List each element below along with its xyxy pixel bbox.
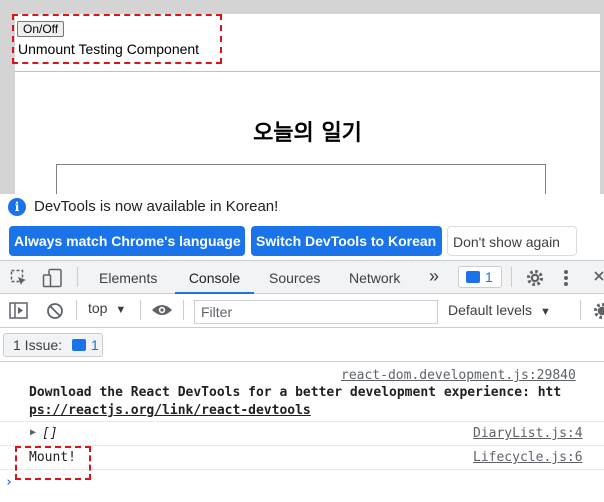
dont-show-again-button[interactable]: Don't show again <box>447 226 577 256</box>
device-toolbar-icon[interactable] <box>42 268 64 288</box>
always-match-language-button[interactable]: Always match Chrome's language <box>9 226 245 256</box>
issues-summary-count: 1 <box>91 337 99 353</box>
execution-context-select[interactable]: top ▼ <box>88 300 126 316</box>
context-value: top <box>88 300 108 316</box>
console-settings-gear-icon[interactable] <box>592 302 604 320</box>
highlight-box <box>15 446 91 480</box>
settings-gear-icon[interactable] <box>525 268 545 288</box>
info-icon: i <box>8 198 26 216</box>
devtools-tab-bar: Elements Console Sources Network » 1 <box>0 260 604 294</box>
chevron-down-icon: ▼ <box>115 304 127 316</box>
more-options-icon[interactable] <box>563 268 569 288</box>
live-expression-eye-icon[interactable] <box>151 303 173 317</box>
info-message: DevTools is now available in Korean! <box>34 198 279 215</box>
more-tabs-icon[interactable]: » <box>429 261 439 293</box>
source-link[interactable]: Lifecycle.js:6 <box>473 450 583 465</box>
console-filter-input[interactable] <box>194 300 438 324</box>
toolbar-separator <box>77 267 78 287</box>
issue-message-icon <box>72 339 86 351</box>
console-toolbar: top ▼ Default levels ▼ <box>0 294 604 328</box>
console-message: ▶ [] DiaryList.js:4 <box>0 422 604 446</box>
source-link[interactable]: react-dom.development.js:29840 <box>341 368 576 383</box>
source-link[interactable]: DiaryList.js:4 <box>473 426 583 441</box>
show-sidebar-icon[interactable] <box>9 302 29 320</box>
message-text: Download the React DevTools for a better… <box>29 385 562 400</box>
toolbar-separator <box>183 300 184 320</box>
tab-sources[interactable]: Sources <box>269 261 320 293</box>
tab-network[interactable]: Network <box>349 261 400 293</box>
page-divider <box>15 71 600 72</box>
issues-count: 1 <box>485 269 493 285</box>
tab-elements[interactable]: Elements <box>99 261 157 293</box>
console-prompt-icon[interactable]: › <box>5 475 13 490</box>
chevron-down-icon: ▼ <box>539 306 551 318</box>
diary-title: 오늘의 일기 <box>253 121 362 146</box>
console-messages: react-dom.development.js:29840 Download … <box>0 362 604 502</box>
tab-console[interactable]: Console <box>175 261 254 294</box>
console-message: react-dom.development.js:29840 Download … <box>0 362 604 422</box>
toolbar-separator <box>580 300 581 320</box>
toolbar-separator <box>76 300 77 320</box>
inspect-element-icon[interactable] <box>10 269 28 287</box>
levels-value: Default levels <box>448 302 533 318</box>
issues-summary-label: 1 Issue: <box>13 337 63 353</box>
language-info-bar: i DevTools is now available in Korean! A… <box>0 194 604 260</box>
message-link[interactable]: ps://reactjs.org/link/react-devtools <box>29 403 311 418</box>
issues-counter-badge[interactable]: 1 <box>458 266 502 288</box>
close-icon[interactable] <box>594 271 604 285</box>
issue-message-icon <box>466 271 480 283</box>
highlight-box <box>12 14 222 64</box>
diary-editor-box[interactable] <box>56 164 546 194</box>
switch-to-korean-button[interactable]: Switch DevTools to Korean <box>251 226 442 256</box>
message-value[interactable]: [] <box>42 426 58 441</box>
expand-arrow-icon[interactable]: ▶ <box>30 427 36 438</box>
toolbar-separator <box>140 300 141 320</box>
log-levels-select[interactable]: Default levels ▼ <box>448 302 551 318</box>
clear-console-icon[interactable] <box>46 302 64 320</box>
toolbar-separator <box>511 267 512 287</box>
issues-summary-row: 1 Issue: 1 <box>0 328 604 362</box>
issues-summary-button[interactable]: 1 Issue: 1 <box>3 333 103 357</box>
